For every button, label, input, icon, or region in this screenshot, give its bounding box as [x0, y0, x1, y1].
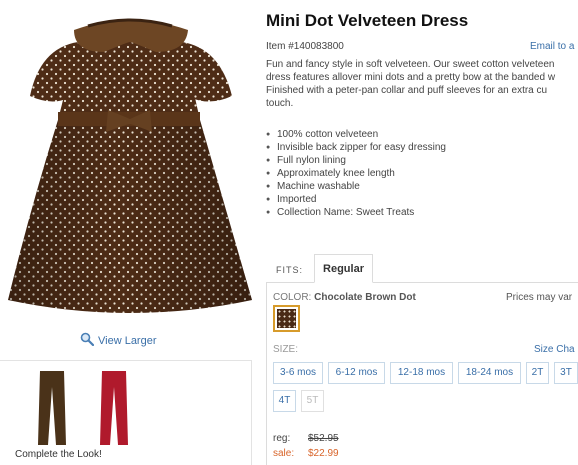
color-swatch-chocolate-brown-dot[interactable]	[273, 305, 300, 332]
view-larger-link[interactable]: View Larger	[80, 332, 157, 349]
size-option-2t[interactable]: 2T	[526, 362, 549, 384]
size-option-5t: 5T	[301, 390, 324, 412]
description-line: Fun and fancy style in soft velveteen. O…	[266, 59, 555, 70]
size-option-12-18-mos[interactable]: 12-18 mos	[390, 362, 453, 384]
fits-label: FITS:	[276, 265, 303, 275]
email-link[interactable]: Email to a	[530, 41, 574, 52]
size-option-18-24-mos[interactable]: 18-24 mos	[458, 362, 521, 384]
description-line: Finished with a peter-pan collar and puf…	[266, 85, 548, 96]
size-option-4t[interactable]: 4T	[273, 390, 296, 412]
feature-item: Approximately knee length	[266, 167, 446, 180]
size-option-3-6-mos[interactable]: 3-6 mos	[273, 362, 323, 384]
regular-price: $52.95	[308, 433, 339, 444]
size-label: SIZE:	[273, 344, 299, 355]
product-description: Fun and fancy style in soft velveteen. O…	[266, 58, 578, 110]
feature-item: Machine washable	[266, 180, 446, 193]
feature-item: Imported	[266, 193, 446, 206]
product-main-image[interactable]	[0, 0, 262, 325]
regular-price-label: reg:	[273, 433, 291, 444]
complete-the-look-panel: Complete the Look!	[0, 360, 252, 465]
feature-item: Collection Name: Sweet Treats	[266, 206, 446, 219]
feature-item: 100% cotton velveteen	[266, 128, 446, 141]
description-line: touch.	[266, 98, 294, 109]
color-value: Chocolate Brown Dot	[314, 292, 416, 303]
color-label-prefix: COLOR:	[273, 292, 312, 303]
size-chart-link[interactable]: Size Cha	[534, 344, 575, 355]
view-larger-label: View Larger	[98, 334, 157, 347]
sale-price: $22.99	[308, 448, 339, 459]
sale-price-label: sale:	[273, 448, 295, 459]
leggings-thumbnails[interactable]	[30, 367, 230, 449]
size-option-6-12-mos[interactable]: 6-12 mos	[328, 362, 385, 384]
description-line: dress features allover mini dots and a p…	[266, 72, 556, 83]
item-number: Item #140083800	[266, 41, 344, 52]
color-label: COLOR: Chocolate Brown Dot	[273, 292, 416, 303]
swatch-chip	[277, 309, 296, 328]
tab-regular[interactable]: Regular	[314, 254, 373, 283]
feature-item: Invisible back zipper for easy dressing	[266, 141, 446, 154]
magnifier-icon	[80, 332, 95, 349]
size-option-3t[interactable]: 3T	[554, 362, 578, 384]
product-title: Mini Dot Velveteen Dress	[266, 11, 469, 30]
prices-note: Prices may var	[506, 292, 573, 303]
complete-the-look-label: Complete the Look!	[15, 449, 102, 460]
feature-item: Full nylon lining	[266, 154, 446, 167]
feature-list: 100% cotton velveteen Invisible back zip…	[266, 128, 446, 219]
